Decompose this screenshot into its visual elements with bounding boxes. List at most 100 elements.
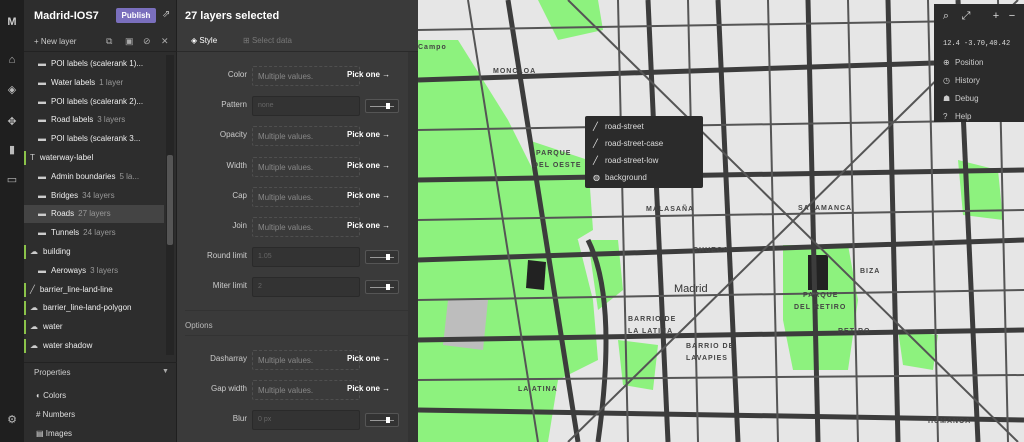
layer-row[interactable]: ▬ Roads 27 layers (24, 205, 164, 224)
value-input[interactable]: none (252, 96, 360, 117)
layer-row[interactable]: ╱ barrier_line-land-line (24, 281, 164, 299)
layer-row[interactable]: ▬ POI labels (scalerank 2)... (24, 93, 164, 111)
chart-icon[interactable]: ▮ (4, 142, 20, 158)
zoom-in-button[interactable]: + (988, 8, 1004, 24)
arrow-right-icon: → (379, 130, 391, 140)
value-input[interactable]: 0 px (252, 410, 360, 431)
properties-header[interactable]: Properties ▼ (24, 362, 177, 382)
layer-row[interactable]: Twaterway-label (24, 149, 164, 167)
debug-button[interactable]: ☗ Debug (943, 94, 979, 103)
map-controls: ⌕ ⤢ + − 12.4 -3.70,40.42 ⊕ Position ◷ Hist… (934, 4, 1024, 122)
style-panel: 27 layers selected ◈ Style ⊞ Select data… (177, 0, 418, 442)
pick-one-button[interactable]: Pick one → (347, 384, 390, 393)
layer-count: 27 layers (78, 209, 111, 219)
value-slider[interactable] (365, 99, 399, 114)
layer-row[interactable]: ☁ water (24, 318, 164, 336)
folder-icon: ▬ (38, 96, 46, 106)
pick-one-button[interactable]: Pick one → (347, 354, 390, 363)
value-slider[interactable] (365, 250, 399, 265)
history-button[interactable]: ◷ History (943, 76, 980, 85)
layer-name: Road labels (51, 115, 94, 125)
pick-one-button[interactable]: Pick one → (347, 161, 390, 170)
folder-icon[interactable]: ▭ (4, 172, 20, 188)
tab-select-data[interactable]: ⊞ Select data (243, 36, 292, 45)
style-scrollbar[interactable] (408, 52, 418, 442)
input-placeholder: 2 (258, 283, 262, 291)
settings-icon[interactable]: ⚙ (4, 412, 20, 428)
popup-layer-item[interactable]: ╱ road-street-low (585, 152, 703, 169)
fullscreen-icon[interactable]: ⤢ (958, 8, 974, 24)
layer-row[interactable]: ▬ Bridges 34 layers (24, 187, 164, 205)
copy-icon[interactable]: ⧉ (106, 36, 112, 47)
layer-name: building (43, 247, 71, 256)
multi-value-field[interactable]: Multiple values. (252, 156, 360, 177)
layer-color-swatch (24, 245, 26, 259)
text-icon: T (30, 153, 35, 162)
value-slider[interactable] (365, 280, 399, 295)
delete-icon[interactable]: ✕ (161, 36, 169, 47)
layer-row[interactable]: ▬ Tunnels 24 layers (24, 224, 164, 242)
pick-one-button[interactable]: Pick one → (347, 191, 390, 200)
multi-value-field[interactable]: Multiple values. (252, 380, 360, 401)
hide-icon[interactable]: ⊘ (143, 36, 151, 47)
style-tabs: ◈ Style ⊞ Select data (177, 32, 418, 52)
pick-one-button[interactable]: Pick one → (347, 221, 390, 230)
prop-label: Color (227, 70, 247, 79)
search-icon[interactable]: ⌕ (938, 8, 954, 24)
popup-layer-item[interactable]: ╱ road-street-case (585, 135, 703, 152)
pick-one-label: Pick one (347, 221, 380, 230)
position-button[interactable]: ⊕ Position (943, 58, 983, 67)
paint-bucket-icon[interactable]: ◈ (4, 82, 20, 98)
layer-row[interactable]: ▬ POI labels (scalerank 3... (24, 130, 164, 148)
popup-layer-item[interactable]: ╱ road-street (585, 118, 703, 135)
multi-value-field[interactable]: Multiple values. (252, 186, 360, 207)
value-input[interactable]: 1.05 (252, 247, 360, 268)
layer-row[interactable]: ▬ Water labels 1 layer (24, 74, 164, 92)
images-item[interactable]: ▤ Images (36, 429, 72, 438)
publish-button[interactable]: Publish (116, 8, 156, 23)
folder-add-icon[interactable]: ▣ (125, 36, 134, 47)
layer-row[interactable]: ▬ Admin boundaries 5 la... (24, 168, 164, 186)
move-icon[interactable]: ✥ (4, 114, 20, 130)
prop-label: Cap (232, 190, 247, 200)
map-label: LAVAPIES (686, 355, 728, 362)
tab-style[interactable]: ◈ Style (191, 36, 217, 45)
multi-value-field[interactable]: Multiple values. (252, 217, 360, 237)
value-input[interactable]: 2 (252, 277, 360, 298)
map-label: PARQUE (536, 150, 572, 157)
layer-row[interactable]: ☁ water shadow (24, 337, 164, 355)
layer-row[interactable]: ☁ building (24, 243, 164, 261)
popup-layer-name: road-street-low (605, 156, 659, 165)
zoom-out-button[interactable]: − (1004, 8, 1020, 24)
properties-label: Properties (34, 368, 71, 377)
help-button[interactable]: ? Help (943, 112, 971, 121)
layer-row[interactable]: ▬ POI labels (scalerank 1)... (24, 55, 164, 73)
layer-row[interactable]: ▬ Aeroways 3 layers (24, 262, 164, 280)
pick-one-button[interactable]: Pick one → (347, 130, 390, 139)
arrow-right-icon: → (379, 160, 391, 170)
line-icon: ╱ (593, 156, 598, 165)
home-icon[interactable]: ⌂ (4, 52, 20, 68)
layer-name: water (43, 322, 63, 332)
popup-layer-item[interactable]: ◍ background (585, 169, 703, 186)
value-slider[interactable] (365, 413, 399, 428)
multi-value-field[interactable]: Multiple values. (252, 66, 360, 86)
multi-value-field[interactable]: Multiple values. (252, 350, 360, 370)
input-placeholder: none (258, 102, 274, 110)
prop-label: Miter limit (212, 281, 247, 291)
external-link-icon[interactable]: ⇗ (162, 9, 170, 20)
multi-value-field[interactable]: Multiple values. (252, 126, 360, 147)
prop-row-cap: Cap Multiple values. Pick one → (177, 186, 402, 207)
colors-item[interactable]: ◐ Colors (36, 391, 66, 400)
new-layer-button[interactable]: + New layer (34, 37, 76, 46)
layer-row[interactable]: ☁ barrier_line-land-polygon (24, 299, 164, 317)
coordinate-readout: 12.4 -3.70,40.42 (943, 40, 1011, 48)
prop-row-miter-limit: Miter limit 2 (177, 277, 402, 298)
field-placeholder: Multiple values. (258, 162, 314, 172)
prop-label: Dasharray (210, 354, 247, 363)
layer-scrollbar[interactable] (166, 55, 174, 355)
numbers-item[interactable]: # Numbers (36, 410, 75, 419)
pick-one-button[interactable]: Pick one → (347, 70, 390, 79)
select-icon: ⊞ (243, 36, 252, 45)
layer-row[interactable]: ▬ Road labels 3 layers (24, 111, 164, 129)
